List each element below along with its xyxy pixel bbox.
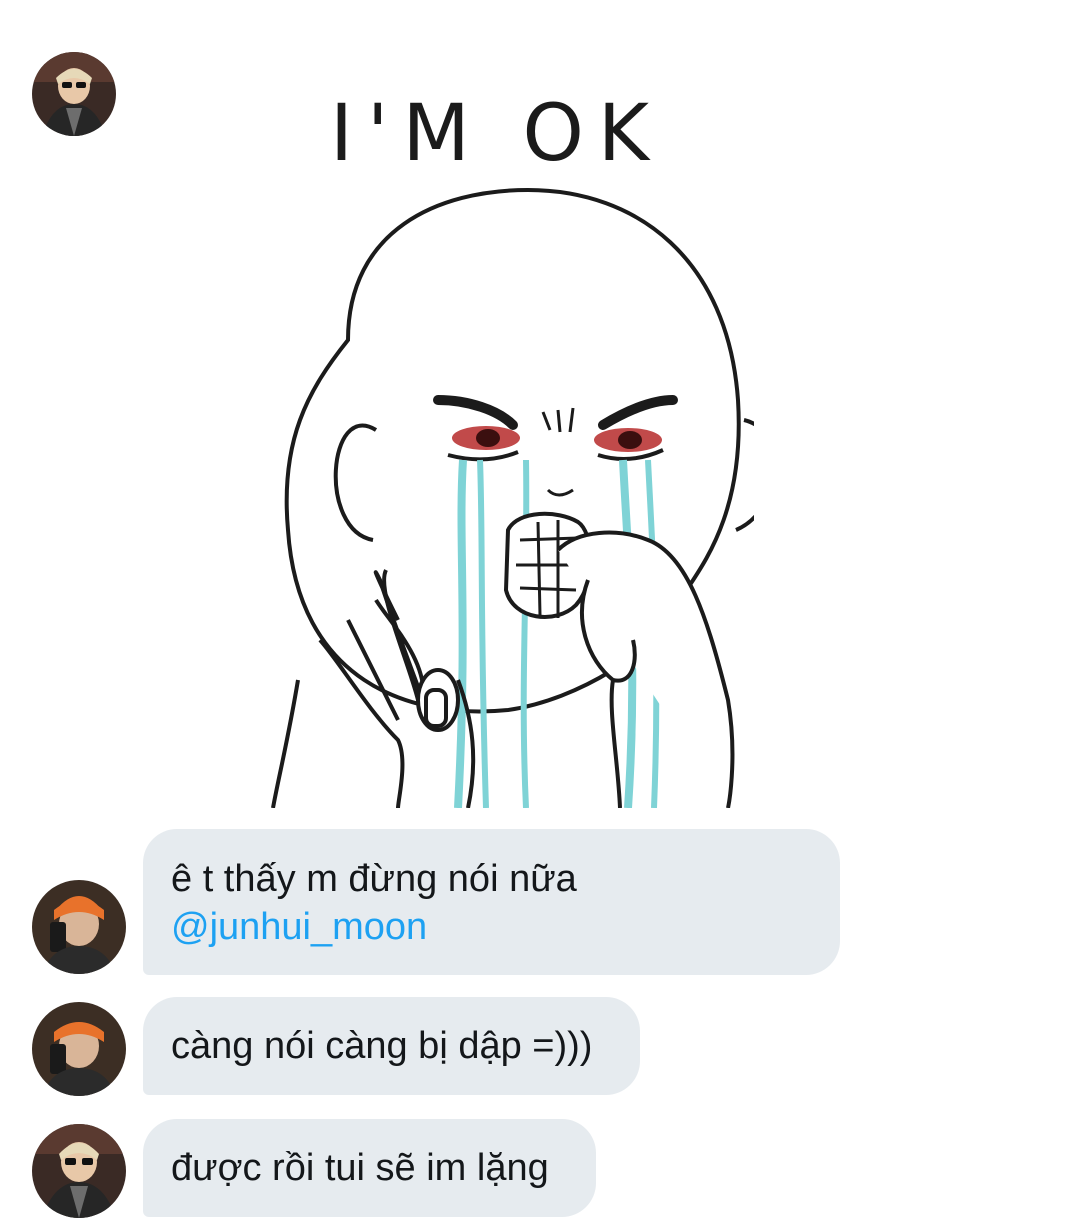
avatar-orange-beanie-user[interactable] bbox=[32, 880, 126, 974]
message-bubble: ê t thấy m đừng nói nữa @junhui_moon bbox=[143, 829, 840, 975]
message-bubble: được rồi tui sẽ im lặng bbox=[143, 1119, 596, 1217]
message-text: ê t thấy m đừng nói nữa bbox=[171, 858, 577, 900]
avatar-sunglasses-user[interactable] bbox=[32, 52, 116, 136]
message-bubble: càng nói càng bị dập =))) bbox=[143, 997, 640, 1095]
message-text: càng nói càng bị dập =))) bbox=[171, 1025, 593, 1067]
message-text: được rồi tui sẽ im lặng bbox=[171, 1147, 549, 1189]
avatar-orange-beanie-user[interactable] bbox=[32, 1002, 126, 1096]
sticker-caption: I'M OK bbox=[330, 89, 663, 179]
avatar-sunglasses-user[interactable] bbox=[32, 1124, 126, 1218]
meme-sticker-image[interactable]: I'M OK bbox=[258, 60, 754, 808]
mention-link[interactable]: @junhui_moon bbox=[171, 903, 812, 951]
